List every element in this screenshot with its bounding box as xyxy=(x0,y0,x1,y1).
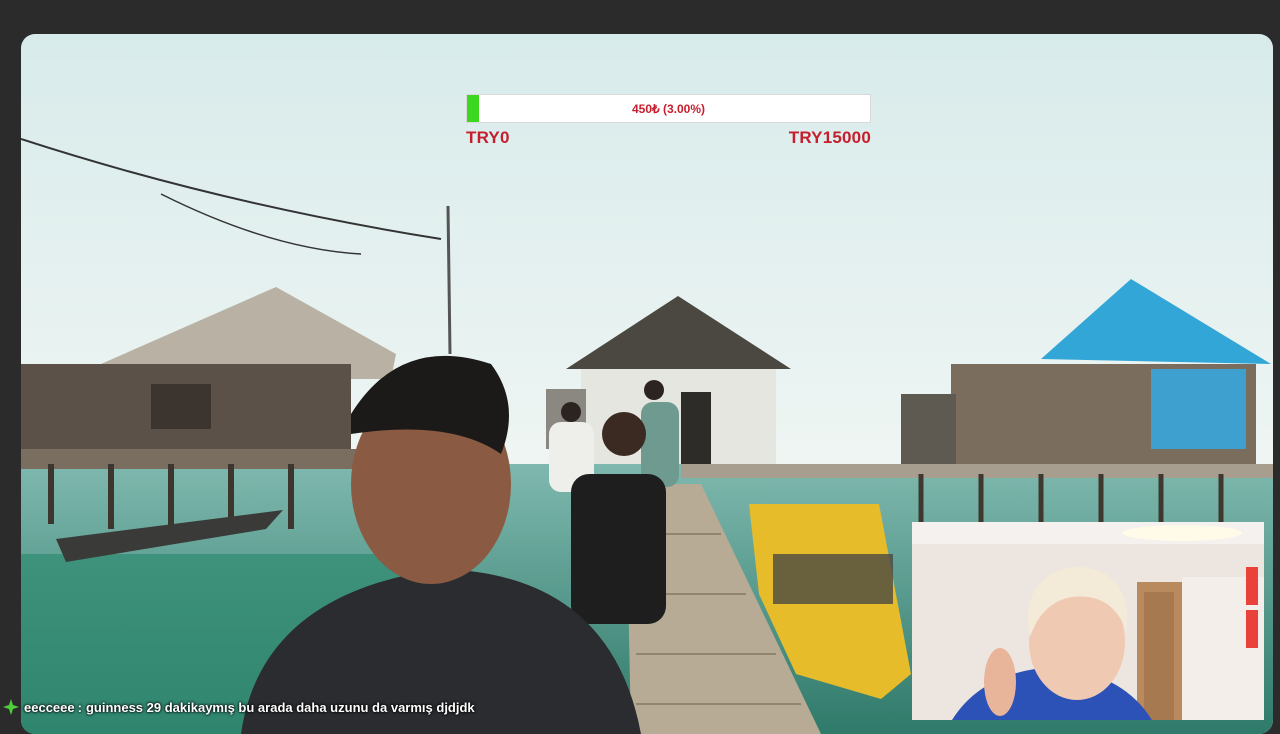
goal-max-label: TRY15000 xyxy=(788,128,871,147)
goal-min-label: TRY0 xyxy=(466,128,510,147)
donation-goal-widget: 450₺ (3.00%) TRY0 TRY15000 xyxy=(466,94,871,152)
green-plus-sparkle-icon xyxy=(3,699,19,715)
streamer-webcam xyxy=(912,522,1264,720)
chat-username: eecceee xyxy=(24,699,75,715)
goal-progress-bar: 450₺ (3.00%) xyxy=(466,94,871,123)
webcam-frame xyxy=(912,522,1264,720)
chat-overlay-message: eecceee : guinness 29 dakikaymış bu arad… xyxy=(0,696,475,718)
chat-message-text: guinness 29 dakikaymış bu arada daha uzu… xyxy=(85,699,475,715)
goal-progress-label: 450₺ (3.00%) xyxy=(631,102,705,116)
chat-separator: : xyxy=(77,699,82,715)
